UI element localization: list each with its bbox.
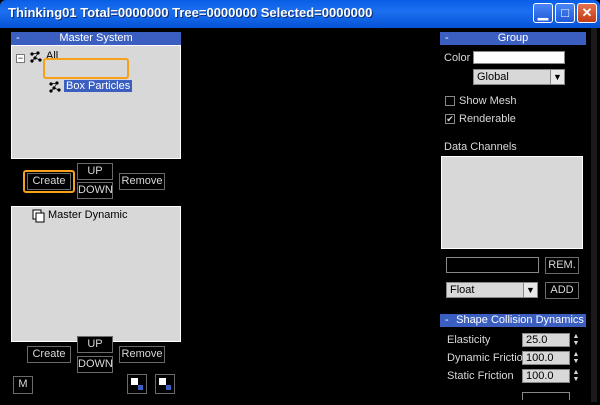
tree-item-box-particles[interactable]: Box Particles — [64, 80, 133, 92]
create-dynamic-button[interactable]: Create — [27, 346, 71, 363]
selection-highlight — [43, 58, 129, 79]
system-remove-button[interactable]: Remove — [119, 173, 165, 190]
particle-system-icon — [30, 51, 42, 63]
dynamic-friction-spinner-icon[interactable]: ▲ ▼ — [571, 351, 581, 365]
chevron-down-icon[interactable]: ▼ — [523, 283, 537, 297]
channel-name-input[interactable] — [446, 257, 539, 273]
system-up-button[interactable]: UP — [77, 163, 113, 180]
dynamic-down-button[interactable]: DOWN — [77, 356, 113, 373]
dynamic-remove-button[interactable]: Remove — [119, 346, 165, 363]
scrollbar[interactable] — [591, 28, 597, 402]
data-channels-label: Data Channels — [444, 141, 517, 153]
export-icon[interactable] — [155, 374, 175, 394]
group-header[interactable]: - Group — [440, 32, 586, 45]
window-titlebar: Thinking01 Total=0000000 Tree=0000000 Se… — [0, 0, 600, 28]
group-title: Group — [497, 32, 529, 44]
tree-expander-icon[interactable]: − — [16, 54, 25, 63]
static-friction-input[interactable]: 100.0 — [522, 369, 570, 383]
close-button[interactable]: ✕ — [577, 3, 597, 23]
window-title: Thinking01 Total=0000000 Tree=0000000 Se… — [8, 5, 373, 20]
next-field-partial — [522, 392, 570, 400]
static-friction-spinner-icon[interactable]: ▲ ▼ — [571, 369, 581, 383]
maximize-button[interactable]: □ — [555, 3, 575, 23]
dynamic-friction-input[interactable]: 100.0 — [522, 351, 570, 365]
show-mesh-label: Show Mesh — [459, 95, 517, 107]
close-icon: ✕ — [581, 5, 593, 20]
window-client: - Master System − All Box Particles Crea… — [3, 28, 597, 402]
tree-item-master-dynamic[interactable]: Master Dynamic — [48, 209, 127, 221]
data-channels-list[interactable] — [441, 156, 583, 249]
box-particles-icon — [49, 81, 61, 93]
dynamic-friction-label: Dynamic Friction — [447, 352, 529, 364]
dynamic-icon — [32, 209, 45, 223]
shape-collapse-icon[interactable]: - — [445, 314, 449, 327]
renderable-label: Renderable — [459, 113, 516, 125]
chevron-down-icon[interactable]: ▼ — [550, 70, 564, 84]
channel-type-value: Float — [450, 284, 475, 296]
elasticity-input[interactable]: 25.0 — [522, 333, 570, 347]
renderable-checkbox[interactable]: ✔ — [445, 114, 455, 124]
elasticity-spinner-icon[interactable]: ▲ ▼ — [571, 333, 581, 347]
master-system-header[interactable]: - Master System — [11, 32, 181, 45]
dynamics-tree[interactable]: Master Dynamic — [11, 206, 181, 342]
scope-dropdown-value: Global — [477, 71, 509, 83]
dynamic-up-button[interactable]: UP — [77, 336, 113, 353]
elasticity-label: Elasticity — [447, 334, 491, 346]
rem-button[interactable]: REM. — [545, 257, 579, 274]
color-label: Color — [444, 52, 471, 64]
maximize-icon: □ — [561, 5, 569, 20]
shape-collision-title: Shape Collision Dynamics — [456, 314, 584, 326]
show-mesh-checkbox[interactable] — [445, 96, 455, 106]
add-button[interactable]: ADD — [545, 282, 579, 299]
system-down-button[interactable]: DOWN — [77, 182, 113, 199]
create-highlight — [23, 170, 75, 193]
scope-dropdown[interactable]: Global ▼ — [473, 69, 565, 85]
minimize-button[interactable]: ▁ — [533, 3, 553, 23]
master-system-title: Master System — [59, 32, 133, 44]
check-icon: ✔ — [446, 114, 454, 124]
m-button[interactable]: M — [13, 376, 33, 394]
color-swatch[interactable] — [473, 51, 565, 64]
static-friction-label: Static Friction — [447, 370, 514, 382]
shape-collision-header[interactable]: - Shape Collision Dynamics — [440, 314, 586, 327]
minimize-icon: ▁ — [538, 5, 548, 20]
channel-type-dropdown[interactable]: Float ▼ — [446, 282, 538, 298]
import-icon[interactable] — [127, 374, 147, 394]
